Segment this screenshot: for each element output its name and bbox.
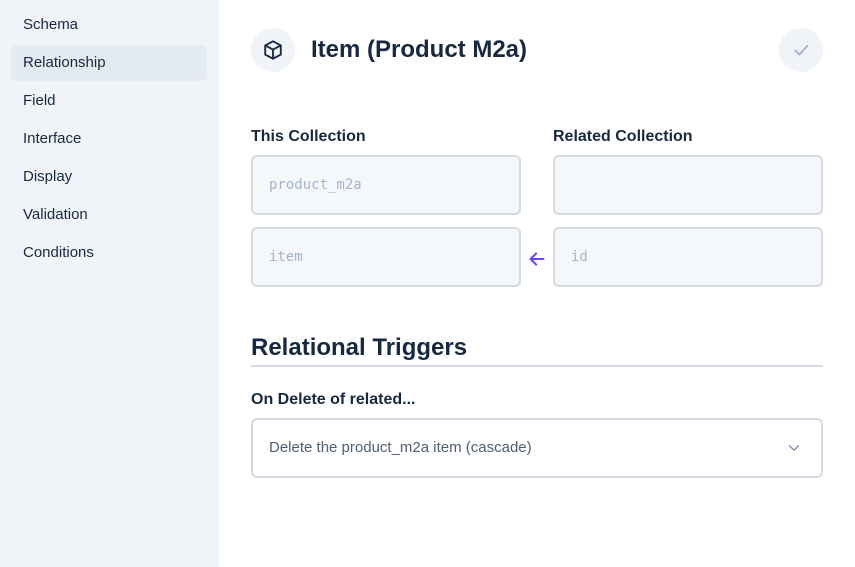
main-content: Item (Product M2a) This Collection Relat… <box>219 0 855 567</box>
page-title: Item (Product M2a) <box>311 36 528 63</box>
check-icon <box>794 44 809 56</box>
this-field-input[interactable]: item <box>251 227 521 287</box>
related-collection-label: Related Collection <box>553 128 693 145</box>
sidebar-item-label: Field <box>23 92 56 109</box>
sidebar-item-schema[interactable]: Schema <box>11 7 207 43</box>
on-delete-selected-value: Delete the product_m2a item (cascade) <box>269 439 532 456</box>
header-icon-badge <box>251 28 295 72</box>
sidebar-item-label: Validation <box>23 206 88 223</box>
sidebar-item-validation[interactable]: Validation <box>11 197 207 233</box>
on-delete-select[interactable]: Delete the product_m2a item (cascade) <box>251 418 823 478</box>
this-collection-label: This Collection <box>251 128 366 145</box>
sidebar-item-label: Display <box>23 168 73 185</box>
this-collection-input[interactable]: product_m2a <box>251 155 521 215</box>
sidebar-item-label: Relationship <box>23 54 106 71</box>
sidebar-item-display[interactable]: Display <box>11 159 207 195</box>
sidebar-item-label: Schema <box>23 16 79 33</box>
sidebar-item-conditions[interactable]: Conditions <box>11 235 207 271</box>
related-field-input[interactable]: id <box>553 227 823 287</box>
section-divider <box>251 365 823 367</box>
on-delete-label: On Delete of related... <box>251 391 416 408</box>
chevron-down-icon <box>788 445 800 451</box>
sidebar-item-interface[interactable]: Interface <box>11 121 207 157</box>
sidebar: Schema Relationship Field Interface Disp… <box>0 0 219 567</box>
arrow-left-icon <box>529 252 545 266</box>
save-button[interactable] <box>779 28 823 72</box>
sidebar-item-field[interactable]: Field <box>11 83 207 119</box>
box-icon <box>264 40 282 60</box>
sidebar-item-relationship[interactable]: Relationship <box>11 45 207 81</box>
section-title-relational-triggers: Relational Triggers <box>251 334 468 361</box>
sidebar-item-label: Interface <box>23 130 82 147</box>
related-collection-input[interactable] <box>553 155 823 215</box>
sidebar-item-label: Conditions <box>23 244 94 261</box>
